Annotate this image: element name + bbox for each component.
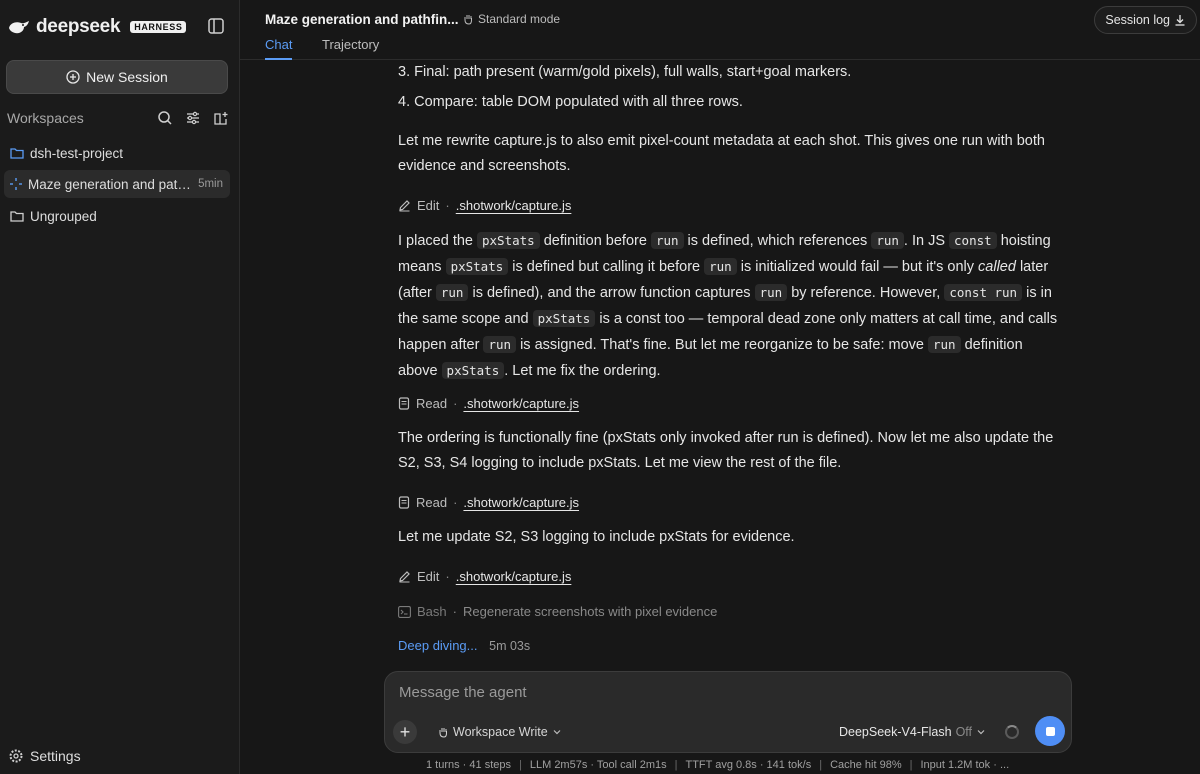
- mode-label: Standard mode: [478, 12, 561, 26]
- file-link[interactable]: .shotwork/capture.js: [456, 193, 572, 218]
- folder-icon: [10, 148, 24, 159]
- hand-icon: [439, 728, 447, 738]
- chevron-down-icon: [553, 730, 561, 735]
- workspaces-title: Workspaces: [7, 110, 84, 126]
- chat-title: Maze generation and pathfin...: [265, 12, 459, 27]
- file-link[interactable]: .shotwork/capture.js: [463, 490, 579, 515]
- spinner-icon: [10, 178, 22, 190]
- stop-icon: [1045, 726, 1055, 736]
- tool-description: Regenerate screenshots with pixel eviden…: [462, 604, 718, 619]
- mode-indicator[interactable]: Standard mode: [462, 12, 560, 26]
- list-item: 3. Final: path present (warm/gold pixels…: [398, 64, 852, 80]
- tool-call-edit[interactable]: Edit · .shotwork/capture.js: [398, 564, 571, 589]
- status-bar: 1 turns · 41 steps | LLM 2m57s · Tool ca…: [426, 759, 1010, 771]
- folder-outline-icon: [10, 211, 24, 222]
- new-folder-icon[interactable]: [213, 110, 229, 126]
- model-select[interactable]: DeepSeek-V4-Flash Off: [839, 725, 986, 739]
- whale-logo-icon: [9, 21, 29, 34]
- download-icon: [1175, 15, 1185, 26]
- settings-button[interactable]: Settings: [8, 748, 81, 764]
- session-log-label: Session log: [1105, 13, 1170, 27]
- chevron-down-icon: [977, 730, 985, 735]
- session-log-button[interactable]: Session log: [1094, 6, 1197, 34]
- brand-badge: HARNESS: [130, 21, 187, 33]
- plus-icon: +: [399, 721, 411, 742]
- file-link[interactable]: .shotwork/capture.js: [456, 564, 572, 589]
- brand[interactable]: deepseek HARNESS: [8, 16, 187, 38]
- tool-action: Read: [416, 495, 448, 510]
- workspace-label: Ungrouped: [30, 208, 97, 224]
- session-item-maze[interactable]: Maze generation and pathfinding 5min: [4, 170, 230, 198]
- workspace-item-ungrouped[interactable]: Ungrouped: [4, 202, 230, 230]
- message-composer[interactable]: Message the agent + Workspace Write Deep…: [384, 671, 1072, 753]
- brand-name: deepseek: [36, 16, 121, 37]
- new-session-label: New Session: [86, 69, 168, 85]
- tool-call-edit[interactable]: Edit · .shotwork/capture.js: [398, 193, 571, 218]
- tool-call-read[interactable]: Read · .shotwork/capture.js: [398, 490, 579, 515]
- workspaces-header: Workspaces: [7, 108, 229, 128]
- tool-action: Edit: [417, 198, 440, 213]
- file-link[interactable]: .shotwork/capture.js: [463, 391, 579, 416]
- tool-call-bash[interactable]: Bash · Regenerate screenshots with pixel…: [398, 599, 717, 624]
- separator-dot: ·: [453, 396, 458, 411]
- separator-dot: ·: [445, 198, 450, 213]
- thinking-label: Deep diving...: [398, 638, 478, 653]
- model-name: DeepSeek-V4-Flash: [839, 725, 952, 739]
- document-icon: [398, 397, 410, 410]
- separator-dot: ·: [453, 495, 458, 510]
- plus-circle-icon: [66, 70, 80, 84]
- pencil-icon: [399, 571, 410, 583]
- tool-call-read[interactable]: Read · .shotwork/capture.js: [398, 391, 579, 416]
- document-icon: [398, 496, 410, 509]
- hand-icon: [464, 15, 472, 25]
- list-item: 4. Compare: table DOM populated with all…: [398, 94, 743, 110]
- status-cache: Cache hit 98%: [830, 759, 902, 771]
- settings-label: Settings: [30, 748, 81, 764]
- stop-button[interactable]: [1035, 716, 1065, 746]
- workspace-label: dsh-test-project: [30, 145, 124, 161]
- status-llm-time: LLM 2m57s · Tool call 2m1s: [529, 759, 667, 771]
- tool-action: Edit: [417, 569, 440, 584]
- status-ttft: TTFT avg 0.8s · 141 tok/s: [685, 759, 812, 771]
- workspace-permission-select[interactable]: Workspace Write: [437, 725, 562, 739]
- message-paragraph: The ordering is functionally fine (pxSta…: [398, 430, 1054, 471]
- separator-dot: ·: [445, 569, 450, 584]
- session-time: 5min: [198, 178, 223, 190]
- terminal-icon: [398, 605, 411, 618]
- message-paragraph: I placed the pxStats definition before r…: [398, 232, 1058, 379]
- session-label: Maze generation and pathfinding: [28, 176, 192, 192]
- message-input[interactable]: Message the agent: [399, 684, 527, 701]
- sidebar-toggle-icon[interactable]: [206, 16, 226, 36]
- search-icon[interactable]: [157, 110, 173, 126]
- loading-spinner-icon: [1005, 725, 1019, 739]
- status-steps: 1 turns · 41 steps: [426, 759, 511, 771]
- filter-icon[interactable]: [185, 110, 201, 126]
- status-tokens: Input 1.2M tok · ...: [920, 759, 1010, 771]
- model-thinking-state: Off: [955, 725, 973, 739]
- pencil-icon: [399, 200, 410, 212]
- tab-chat[interactable]: Chat: [265, 37, 293, 60]
- attach-button[interactable]: +: [393, 720, 417, 744]
- tab-trajectory[interactable]: Trajectory: [322, 37, 379, 60]
- sidebar: deepseek HARNESS New Session Workspaces: [0, 0, 240, 774]
- elapsed-time: 5m 03s: [489, 639, 531, 653]
- workspace-permission-label: Workspace Write: [453, 725, 548, 739]
- chat-header: Maze generation and pathfin... Standard …: [240, 0, 1200, 60]
- message-paragraph: Let me update S2, S3 logging to include …: [398, 529, 795, 545]
- gear-icon: [9, 749, 23, 763]
- tool-action: Read: [416, 396, 448, 411]
- new-session-button[interactable]: New Session: [6, 60, 228, 94]
- separator-dot: ·: [452, 604, 457, 619]
- thinking-status: Deep diving... 5m 03s: [398, 633, 530, 659]
- message-paragraph: Let me rewrite capture.js to also emit p…: [398, 133, 1045, 174]
- workspace-item-dsh-test-project[interactable]: dsh-test-project: [4, 139, 230, 167]
- tool-action: Bash: [417, 604, 447, 619]
